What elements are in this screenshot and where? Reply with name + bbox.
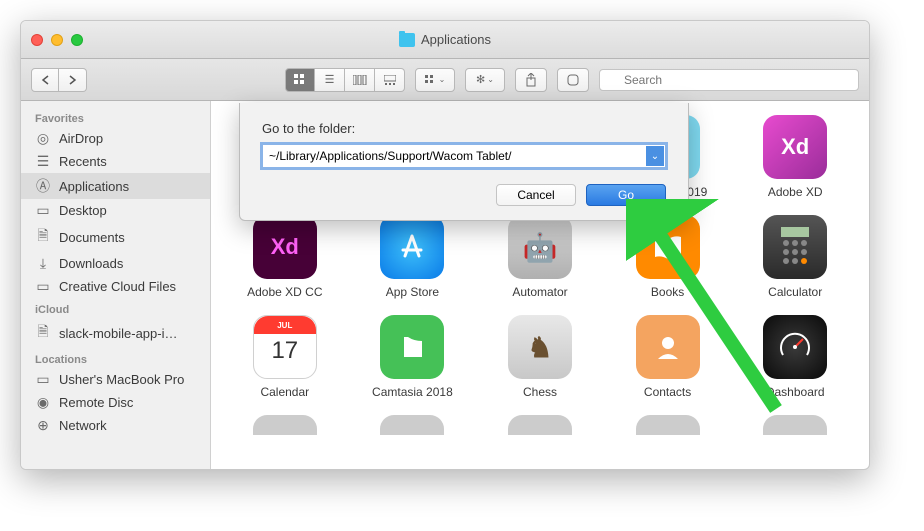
- disc-icon: ◉: [35, 394, 51, 411]
- app-icon: 🤖: [508, 215, 572, 279]
- sidebar-item-network[interactable]: ⊕Network: [21, 414, 210, 437]
- app-item-calendar[interactable]: JUL17Calendar: [221, 315, 349, 399]
- sidebar-item-recents[interactable]: ☰Recents: [21, 150, 210, 173]
- action-dropdown[interactable]: ✻⌄: [465, 68, 505, 92]
- app-icon: [253, 415, 317, 435]
- app-item-camtasia[interactable]: Camtasia 2018: [349, 315, 477, 399]
- app-icon: [636, 315, 700, 379]
- app-icon: [380, 415, 444, 435]
- share-button[interactable]: [515, 68, 547, 92]
- sidebar-item-downloads[interactable]: ⤓Downloads: [21, 252, 210, 275]
- app-icon: [380, 315, 444, 379]
- sidebar: Favorites ◎AirDrop ☰Recents ⒶApplication…: [21, 101, 211, 469]
- toolbar: ☰ ⌄ ✻⌄: [21, 59, 869, 101]
- icon-view-button[interactable]: [285, 68, 315, 92]
- app-icon: [508, 415, 572, 435]
- app-item-chess[interactable]: ♞Chess: [476, 315, 604, 399]
- view-mode-group: ☰: [285, 68, 405, 92]
- calendar-day: 17: [271, 337, 298, 365]
- sidebar-section-locations: Locations: [21, 348, 210, 368]
- arrange-group: ⌄: [415, 68, 455, 92]
- file-icon: 🗎: [35, 321, 51, 345]
- go-to-folder-dialog: Go to the folder: ⌄ Cancel Go: [239, 103, 689, 221]
- path-dropdown-button[interactable]: ⌄: [646, 146, 664, 166]
- search-input[interactable]: [599, 69, 859, 91]
- app-item-books[interactable]: Books: [604, 215, 732, 299]
- app-icon: Xd: [253, 215, 317, 279]
- window-title: Applications: [421, 32, 491, 47]
- laptop-icon: ▭: [35, 371, 51, 388]
- chevron-down-icon: ⌄: [487, 75, 494, 84]
- sidebar-item-creative-cloud[interactable]: ▭Creative Cloud Files: [21, 275, 210, 298]
- app-item-calculator[interactable]: Calculator: [731, 215, 859, 299]
- app-icon: [636, 415, 700, 435]
- folder-icon: [399, 33, 415, 47]
- dialog-label: Go to the folder:: [262, 121, 666, 136]
- app-icon: [763, 215, 827, 279]
- go-button[interactable]: Go: [586, 184, 666, 206]
- app-item-adobe-xd[interactable]: XdAdobe XD: [731, 115, 859, 199]
- fullscreen-window-button[interactable]: [71, 34, 83, 46]
- app-icon: Xd: [763, 115, 827, 179]
- cancel-button[interactable]: Cancel: [496, 184, 576, 206]
- search-wrap: [599, 69, 859, 91]
- documents-icon: 🗎: [35, 225, 51, 249]
- app-icon: [636, 215, 700, 279]
- app-icon: ♞: [508, 315, 572, 379]
- share-icon: [525, 73, 537, 87]
- app-item-contacts[interactable]: Contacts: [604, 315, 732, 399]
- list-view-button[interactable]: ☰: [315, 68, 345, 92]
- app-item[interactable]: [349, 415, 477, 435]
- titlebar: Applications: [21, 21, 869, 59]
- sidebar-section-icloud: iCloud: [21, 298, 210, 318]
- minimize-window-button[interactable]: [51, 34, 63, 46]
- app-item-dashboard[interactable]: Dashboard: [731, 315, 859, 399]
- sidebar-item-airdrop[interactable]: ◎AirDrop: [21, 127, 210, 150]
- tags-button[interactable]: [557, 68, 589, 92]
- desktop-icon: ▭: [35, 202, 51, 219]
- folder-path-input[interactable]: [262, 144, 666, 168]
- sidebar-section-favorites: Favorites: [21, 107, 210, 127]
- calendar-month: JUL: [254, 316, 316, 334]
- column-view-button[interactable]: [345, 68, 375, 92]
- downloads-icon: ⤓: [35, 255, 51, 272]
- applications-icon: Ⓐ: [35, 176, 51, 196]
- app-item[interactable]: [476, 415, 604, 435]
- sidebar-item-macbook[interactable]: ▭Usher's MacBook Pro: [21, 368, 210, 391]
- app-icon: JUL 17: [253, 315, 317, 379]
- app-item[interactable]: [221, 415, 349, 435]
- app-icon: [380, 215, 444, 279]
- tag-icon: [567, 74, 579, 86]
- sidebar-item-remote-disc[interactable]: ◉Remote Disc: [21, 391, 210, 414]
- nav-buttons: [31, 68, 87, 92]
- forward-button[interactable]: [59, 68, 87, 92]
- sidebar-item-desktop[interactable]: ▭Desktop: [21, 199, 210, 222]
- app-item[interactable]: [731, 415, 859, 435]
- airdrop-icon: ◎: [35, 130, 51, 147]
- app-item[interactable]: [604, 415, 732, 435]
- gallery-view-button[interactable]: [375, 68, 405, 92]
- app-item-automator[interactable]: 🤖Automator: [476, 215, 604, 299]
- chevron-down-icon: ⌄: [439, 75, 446, 84]
- finder-window: Applications ☰: [20, 20, 870, 470]
- sidebar-item-applications[interactable]: ⒶApplications: [21, 173, 210, 199]
- app-item-adobe-xd-cc[interactable]: XdAdobe XD CC: [221, 215, 349, 299]
- app-item-app-store[interactable]: App Store: [349, 215, 477, 299]
- back-button[interactable]: [31, 68, 59, 92]
- network-icon: ⊕: [35, 417, 51, 434]
- traffic-lights: [31, 34, 83, 46]
- window-title-wrap: Applications: [21, 32, 869, 47]
- folder-icon: ▭: [35, 278, 51, 295]
- sidebar-item-icloud-file[interactable]: 🗎slack-mobile-app-i…: [21, 318, 210, 348]
- close-window-button[interactable]: [31, 34, 43, 46]
- recents-icon: ☰: [35, 153, 51, 170]
- app-icon: [763, 315, 827, 379]
- sidebar-item-documents[interactable]: 🗎Documents: [21, 222, 210, 252]
- app-icon: [763, 415, 827, 435]
- arrange-dropdown[interactable]: ⌄: [415, 68, 455, 92]
